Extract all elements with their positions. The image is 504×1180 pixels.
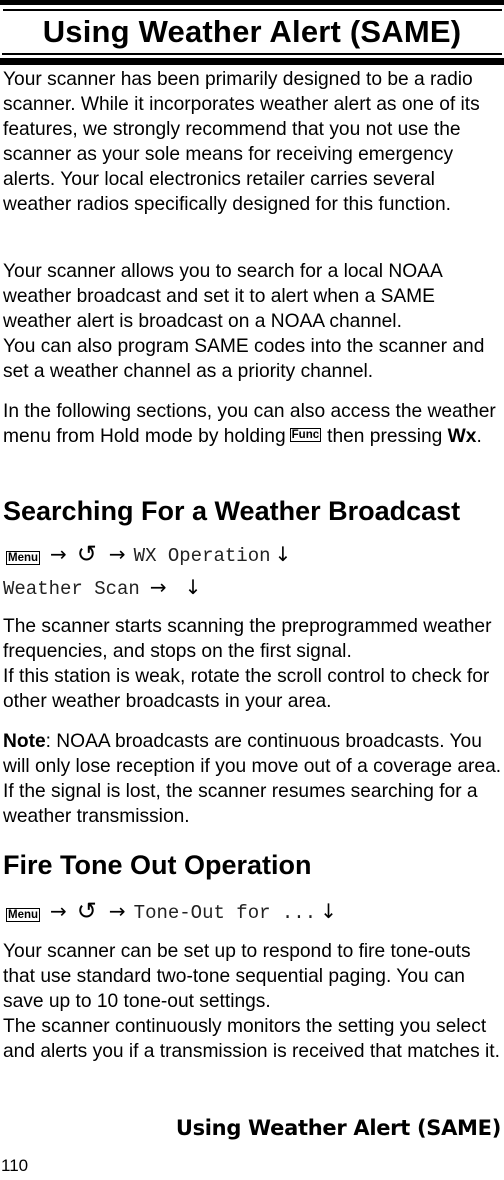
searching-text: The scanner starts scanning the preprogr…: [3, 616, 492, 662]
arrow-right-icon: →: [108, 899, 126, 923]
page-title: Using Weather Alert (SAME): [42, 14, 462, 49]
fire-tone-text: The scanner continuously monitors the se…: [3, 1016, 500, 1062]
section-heading-fire-tone-out: Fire Tone Out Operation: [3, 850, 312, 880]
intro-text: You can also program SAME codes into the…: [3, 336, 485, 382]
func-key-icon: Func: [289, 427, 322, 442]
page-header: Using Weather Alert (SAME): [0, 0, 504, 66]
arrow-right-icon: →: [149, 575, 167, 599]
footer-section-title: Using Weather Alert (SAME): [175, 1116, 501, 1140]
header-rule-thick-bottom: [0, 58, 504, 65]
header-rule-thin-top: [3, 9, 502, 11]
menu-option-weather-scan: Weather Scan: [3, 578, 140, 600]
menu-path-weather-scan: Weather Scan → ↓: [3, 572, 201, 602]
select-down-arrow-icon: ↓: [274, 542, 292, 566]
select-down-arrow-icon: ↓: [320, 899, 337, 923]
menu-option-tone-out: Tone-Out for ...: [133, 902, 317, 924]
header-rule-thin-bottom: [2, 53, 502, 55]
intro-text: Your scanner allows you to search for a …: [3, 261, 442, 332]
header-rule-thick-top: [0, 0, 504, 5]
scroll-control-icon: ↺: [76, 897, 97, 925]
intro-paragraph: Your scanner has been primarily designed…: [3, 69, 480, 215]
intro-paragraph-search: Your scanner allows you to search for a …: [3, 259, 503, 384]
page-number: 110: [1, 1156, 29, 1175]
select-down-arrow-icon: ↓: [184, 575, 202, 599]
menu-path-tone-out: Menu → ↺ → Tone-Out for ... ↓: [3, 896, 337, 926]
arrow-right-icon: →: [50, 899, 67, 923]
menu-option-wx-operation: WX Operation: [133, 545, 271, 567]
wx-key-label: Wx: [447, 426, 477, 447]
fire-tone-text: Your scanner can be set up to respond to…: [3, 941, 471, 1012]
searching-paragraph: The scanner starts scanning the preprogr…: [3, 614, 503, 714]
period: .: [476, 426, 482, 447]
note-paragraph: Note: NOAA broadcasts are continuous bro…: [3, 729, 503, 829]
note-label: Note: [3, 731, 46, 752]
arrow-right-icon: →: [108, 542, 126, 566]
arrow-right-icon: →: [50, 542, 67, 566]
note-text: : NOAA broadcasts are continuous broadca…: [3, 731, 502, 827]
menu-key-icon: Menu: [6, 551, 41, 565]
scroll-control-icon: ↺: [76, 540, 97, 568]
intro-text: then pressing: [327, 426, 443, 447]
fire-tone-paragraph: Your scanner can be set up to respond to…: [3, 939, 503, 1064]
searching-text: If this station is weak, rotate the scro…: [3, 666, 490, 712]
menu-key-icon: Menu: [6, 908, 41, 922]
menu-path-wx-operation: Menu → ↺ → WX Operation ↓: [3, 539, 291, 569]
section-heading-searching: Searching For a Weather Broadcast: [3, 496, 461, 526]
intro-paragraph-hold-mode: In the following sections, you can also …: [3, 399, 503, 449]
